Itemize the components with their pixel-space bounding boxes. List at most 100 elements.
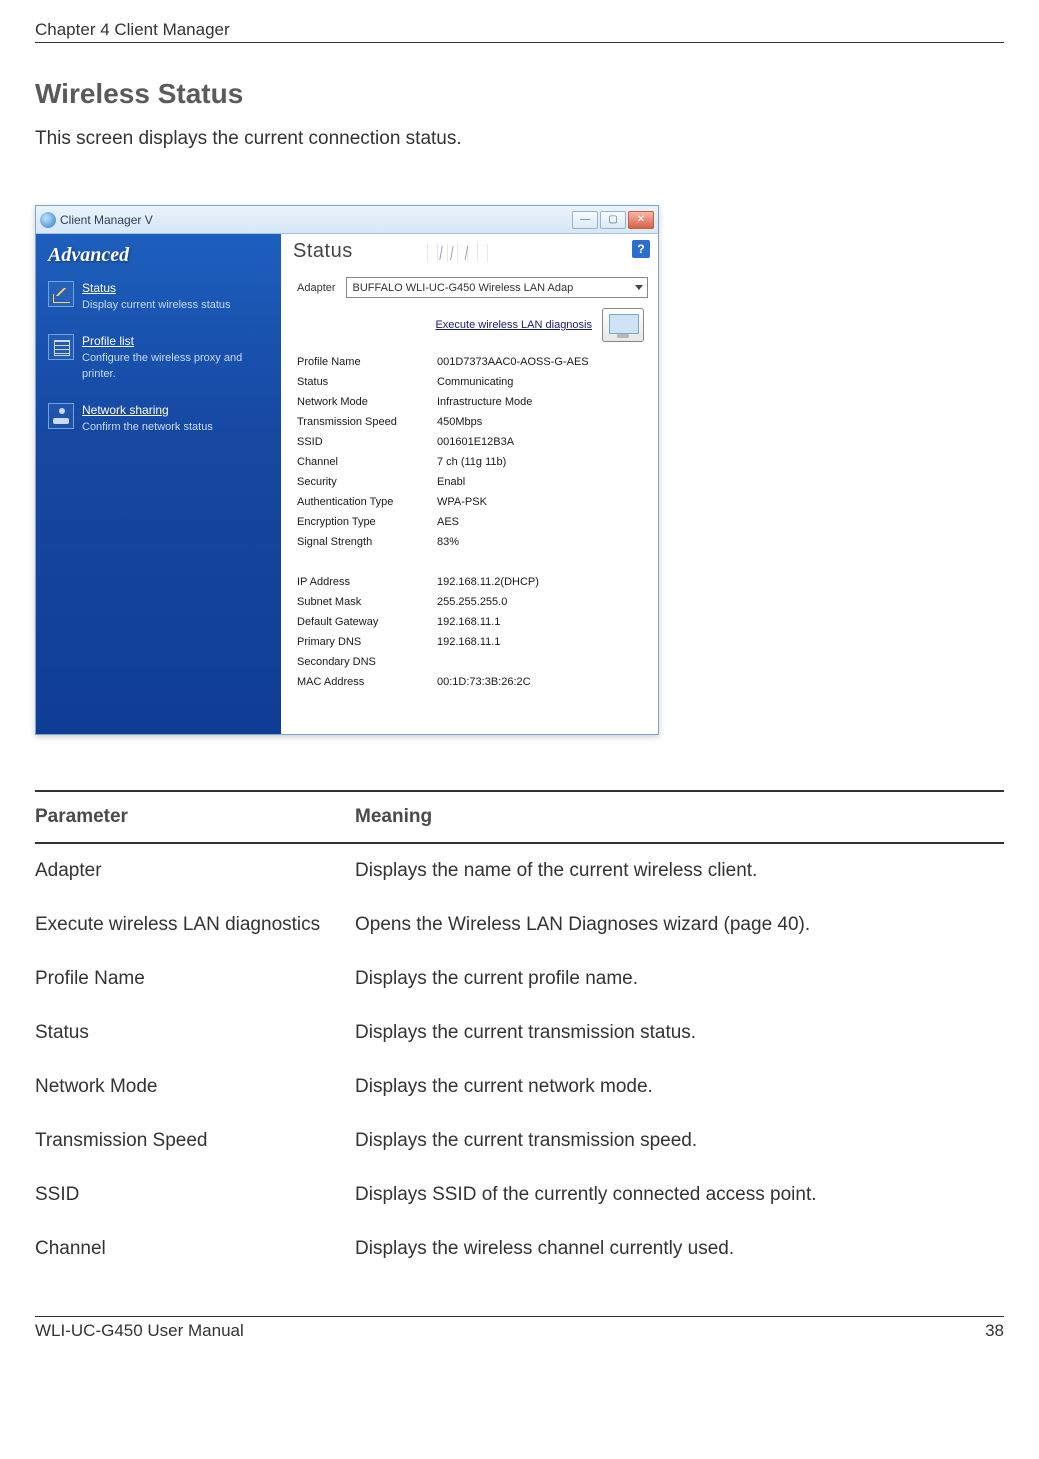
status-value: 255.255.255.0	[437, 592, 648, 612]
status-value: 192.168.11.1	[437, 612, 648, 632]
page-footer: WLI-UC-G450 User Manual 38	[35, 1316, 1004, 1341]
status-value: 192.168.11.2(DHCP)	[437, 572, 648, 592]
status-row: Primary DNS192.168.11.1	[297, 632, 648, 652]
status-value: Communicating	[437, 372, 648, 392]
signal-graph-icon	[427, 244, 497, 262]
header-parameter: Parameter	[35, 806, 355, 828]
status-row: Profile Name001D7373AAC0-AOSS-G-AES	[297, 352, 648, 372]
cell-meaning: Displays the wireless channel currently …	[355, 1238, 1004, 1260]
section-description: This screen displays the current connect…	[35, 128, 1004, 150]
cell-parameter: Transmission Speed	[35, 1130, 355, 1152]
manual-name: WLI-UC-G450 User Manual	[35, 1321, 244, 1341]
status-key: Authentication Type	[297, 492, 437, 512]
status-row: Encryption TypeAES	[297, 512, 648, 532]
status-row: Network ModeInfrastructure Mode	[297, 392, 648, 412]
chart-icon	[48, 281, 74, 307]
sidebar-item-profile-list[interactable]: Profile list Configure the wireless prox…	[48, 334, 269, 381]
close-button[interactable]: ✕	[628, 211, 654, 229]
table-row: Profile NameDisplays the current profile…	[35, 952, 1004, 1006]
status-value: 192.168.11.1	[437, 632, 648, 652]
adapter-label: Adapter	[297, 282, 336, 294]
content-panel: ? Status Adapter BUFFALO WLI-UC-G450 Wir…	[281, 234, 658, 734]
table-row: ChannelDisplays the wireless channel cur…	[35, 1222, 1004, 1276]
status-group-1: Profile Name001D7373AAC0-AOSS-G-AESStatu…	[297, 352, 648, 552]
status-value: 83%	[437, 532, 648, 552]
table-row: StatusDisplays the current transmission …	[35, 1006, 1004, 1060]
chapter-header: Chapter 4 Client Manager	[35, 20, 1004, 43]
help-button[interactable]: ?	[632, 240, 650, 258]
header-meaning: Meaning	[355, 806, 1004, 828]
status-row: Authentication TypeWPA-PSK	[297, 492, 648, 512]
status-value: 00:1D:73:3B:26:2C	[437, 672, 648, 692]
status-key: Status	[297, 372, 437, 392]
status-value: Infrastructure Mode	[437, 392, 648, 412]
cell-parameter: Execute wireless LAN diagnostics	[35, 914, 355, 936]
adapter-select[interactable]: BUFFALO WLI-UC-G450 Wireless LAN Adap	[346, 277, 648, 298]
app-window: Client Manager V — ▢ ✕ Advanced Status D…	[35, 205, 659, 735]
content-heading: Status	[293, 240, 353, 262]
adapter-value: BUFFALO WLI-UC-G450 Wireless LAN Adap	[353, 282, 574, 294]
status-row: SSID001601E12B3A	[297, 432, 648, 452]
sidebar-desc: Configure the wireless proxy and printer…	[82, 352, 242, 379]
status-row: IP Address192.168.11.2(DHCP)	[297, 572, 648, 592]
cell-meaning: Displays SSID of the currently connected…	[355, 1184, 1004, 1206]
sidebar-desc: Confirm the network status	[82, 421, 213, 433]
status-value: Enabl	[437, 472, 648, 492]
status-key: Primary DNS	[297, 632, 437, 652]
status-key: SSID	[297, 432, 437, 452]
table-row: Network ModeDisplays the current network…	[35, 1060, 1004, 1114]
cell-meaning: Opens the Wireless LAN Diagnoses wizard …	[355, 914, 1004, 936]
status-row: Secondary DNS	[297, 652, 648, 672]
network-icon	[48, 403, 74, 429]
table-row: Execute wireless LAN diagnosticsOpens th…	[35, 898, 1004, 952]
cell-parameter: Channel	[35, 1238, 355, 1260]
status-row: Subnet Mask255.255.255.0	[297, 592, 648, 612]
status-key: Transmission Speed	[297, 412, 437, 432]
app-icon	[40, 212, 56, 228]
status-key: Network Mode	[297, 392, 437, 412]
table-row: SSIDDisplays SSID of the currently conne…	[35, 1168, 1004, 1222]
minimize-button[interactable]: —	[572, 211, 598, 229]
status-value: AES	[437, 512, 648, 532]
table-row: AdapterDisplays the name of the current …	[35, 844, 1004, 898]
sidebar-link[interactable]: Profile list	[82, 334, 269, 348]
sidebar-link[interactable]: Status	[82, 281, 231, 295]
status-key: Default Gateway	[297, 612, 437, 632]
parameter-table: Parameter Meaning AdapterDisplays the na…	[35, 790, 1004, 1276]
maximize-button[interactable]: ▢	[600, 211, 626, 229]
cell-parameter: Network Mode	[35, 1076, 355, 1098]
status-key: MAC Address	[297, 672, 437, 692]
cell-parameter: Adapter	[35, 860, 355, 882]
status-value: 7 ch (11g 11b)	[437, 452, 648, 472]
sidebar-desc: Display current wireless status	[82, 299, 231, 311]
table-header-row: Parameter Meaning	[35, 792, 1004, 844]
status-value: 450Mbps	[437, 412, 648, 432]
list-icon	[48, 334, 74, 360]
status-value: WPA-PSK	[437, 492, 648, 512]
status-value: 001D7373AAC0-AOSS-G-AES	[437, 352, 648, 372]
status-group-2: IP Address192.168.11.2(DHCP)Subnet Mask2…	[297, 572, 648, 692]
sidebar-item-network-sharing[interactable]: Network sharing Confirm the network stat…	[48, 403, 269, 434]
cell-meaning: Displays the name of the current wireles…	[355, 860, 1004, 882]
table-row: Transmission SpeedDisplays the current t…	[35, 1114, 1004, 1168]
status-value	[437, 652, 648, 672]
status-row: StatusCommunicating	[297, 372, 648, 392]
app-title: Client Manager V	[60, 213, 570, 227]
cell-parameter: Profile Name	[35, 968, 355, 990]
sidebar-item-status[interactable]: Status Display current wireless status	[48, 281, 269, 312]
cell-meaning: Displays the current transmission speed.	[355, 1130, 1004, 1152]
diagnosis-button[interactable]	[602, 308, 644, 342]
cell-meaning: Displays the current transmission status…	[355, 1022, 1004, 1044]
titlebar: Client Manager V — ▢ ✕	[36, 206, 658, 234]
cell-parameter: SSID	[35, 1184, 355, 1206]
cell-meaning: Displays the current profile name.	[355, 968, 1004, 990]
status-key: Profile Name	[297, 352, 437, 372]
status-key: Signal Strength	[297, 532, 437, 552]
sidebar-heading: Advanced	[48, 244, 269, 267]
status-key: Encryption Type	[297, 512, 437, 532]
page-number: 38	[985, 1321, 1004, 1341]
status-row: Channel7 ch (11g 11b)	[297, 452, 648, 472]
status-row: MAC Address00:1D:73:3B:26:2C	[297, 672, 648, 692]
diagnosis-link[interactable]: Execute wireless LAN diagnosis	[435, 319, 592, 331]
sidebar-link[interactable]: Network sharing	[82, 403, 213, 417]
